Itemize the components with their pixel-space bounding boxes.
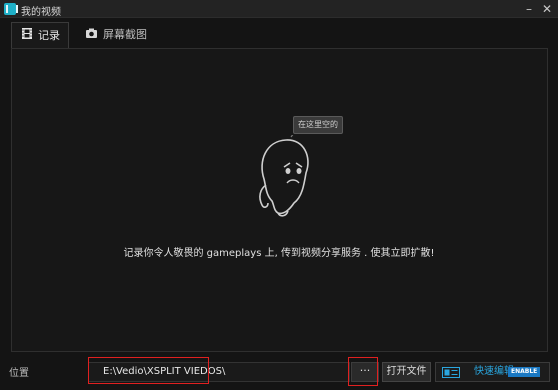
quick-edit-button[interactable]: 快速编辑 ENABLE bbox=[435, 362, 550, 382]
location-label: 位置 bbox=[9, 368, 29, 379]
tab-record[interactable]: 记录 bbox=[11, 22, 69, 48]
tab-screenshots[interactable]: 屏幕截图 bbox=[80, 22, 170, 48]
enable-badge: ENABLE bbox=[508, 367, 541, 377]
empty-state-message: 记录你令人敬畏的 gameplays 上, 传到视频分享服务 . 使其立即扩散! bbox=[123, 248, 435, 259]
open-file-button[interactable]: 打开文件 bbox=[382, 362, 431, 382]
film-icon bbox=[22, 23, 32, 49]
tab-screenshots-label: 屏幕截图 bbox=[103, 28, 147, 41]
camera-icon bbox=[86, 22, 97, 48]
minimize-button[interactable]: – bbox=[520, 0, 538, 18]
browse-highlight-box bbox=[348, 357, 378, 386]
sad-ghost-mascot-icon bbox=[244, 128, 324, 220]
window-title: 我的视频 bbox=[21, 7, 61, 18]
edit-panel-icon bbox=[442, 367, 460, 385]
tab-record-label: 记录 bbox=[38, 29, 60, 42]
close-button[interactable]: ✕ bbox=[538, 0, 556, 18]
path-highlight-box bbox=[88, 357, 209, 384]
title-bar: 我的视频 – ✕ bbox=[0, 0, 558, 18]
app-logo-icon bbox=[4, 3, 18, 15]
empty-speech-bubble: 在这里空的 bbox=[293, 116, 343, 134]
